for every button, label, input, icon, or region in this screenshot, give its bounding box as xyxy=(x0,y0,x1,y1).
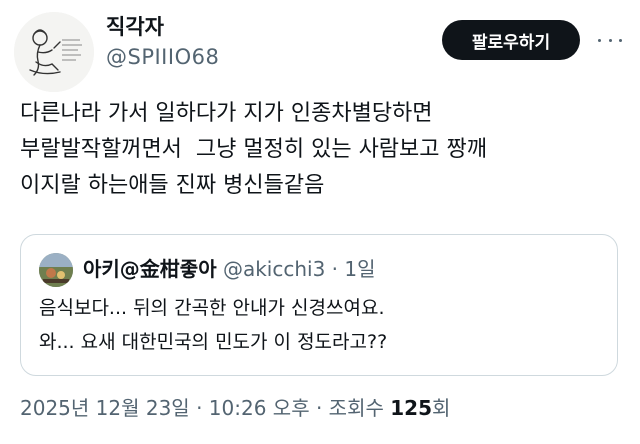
quoted-tweet-card[interactable]: 아키@金柑좋아 @akicchi3 · 1일 음식보다... 뒤의 간곡한 안내… xyxy=(20,234,618,376)
quoted-author-avatar[interactable] xyxy=(39,253,73,287)
quoted-author-handle[interactable]: @akicchi3 xyxy=(223,257,325,281)
quoted-line: 음식보다... 뒤의 간곡한 안내가 신경쓰여요. xyxy=(39,297,385,319)
author-avatar[interactable] xyxy=(14,12,94,92)
tweet-text: 다른나라 가서 일하다가 지가 인종차별당하면부랄발작할꺼면서 그냥 멀정히 있… xyxy=(20,96,620,204)
quoted-time[interactable]: 1일 xyxy=(344,257,375,281)
tweet-line: 이지랄 하는애들 진짜 병신들같음 xyxy=(20,173,325,198)
views-label: 조회수 xyxy=(328,396,391,420)
more-dots-icon xyxy=(598,38,601,42)
views-count: 125 xyxy=(390,396,432,420)
quoted-separator: · xyxy=(325,257,345,281)
author-handle[interactable]: @SPIIIO68 xyxy=(106,44,219,70)
footer-separator: · xyxy=(189,396,209,420)
tweet-line: 부랄발작할꺼면서 그냥 멀정히 있는 사람보고 짱깨 xyxy=(20,137,488,162)
quoted-line: 와... 요새 대한민국의 민도가 이 정도라고?? xyxy=(39,331,388,353)
tweet-footer: 2025년 12월 23일 · 10:26 오후 · 조회수 125회 xyxy=(20,394,450,422)
quoted-tweet-header: 아키@金柑좋아 @akicchi3 · 1일 xyxy=(83,255,376,283)
tweet-line: 다른나라 가서 일하다가 지가 인종차별당하면 xyxy=(20,101,433,126)
sketch-avatar-icon xyxy=(14,12,94,92)
photo-avatar-icon xyxy=(39,253,73,287)
tweet-date[interactable]: 2025년 12월 23일 xyxy=(20,396,190,420)
quoted-tweet-text: 음식보다... 뒤의 간곡한 안내가 신경쓰여요. 와... 요새 대한민국의 민… xyxy=(39,291,387,359)
follow-button[interactable]: 팔로우하기 xyxy=(442,20,580,60)
author-display-name[interactable]: 직각자 xyxy=(106,14,164,40)
tweet-time[interactable]: 10:26 오후 xyxy=(209,396,310,420)
more-dots-icon xyxy=(608,38,612,42)
views-unit: 회 xyxy=(431,396,451,420)
more-options-button[interactable] xyxy=(598,28,622,52)
more-dots-icon xyxy=(619,38,622,42)
footer-separator: · xyxy=(309,396,329,420)
quoted-author-name[interactable]: 아키@金柑좋아 xyxy=(83,257,217,281)
